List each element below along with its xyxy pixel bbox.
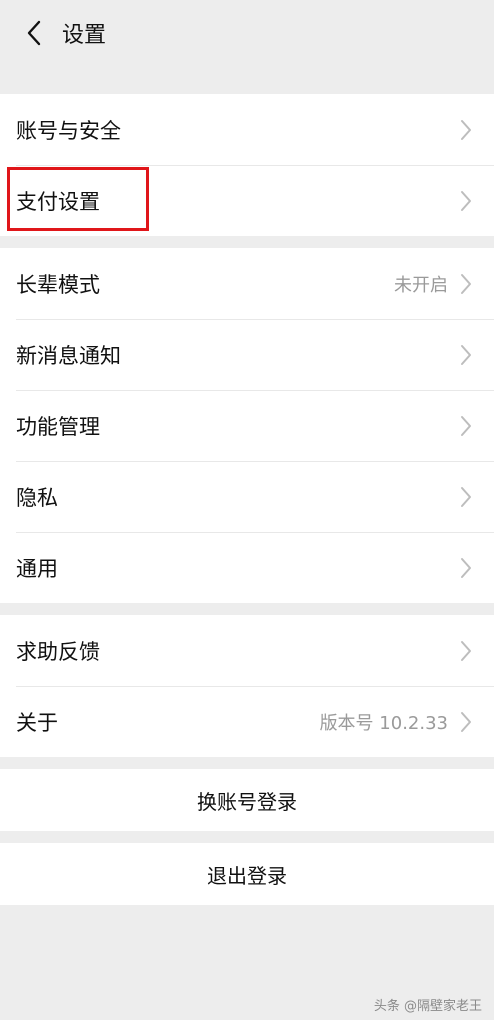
settings-item-privacy[interactable]: 隐私 xyxy=(0,461,494,532)
settings-item-feedback[interactable]: 求助反馈 xyxy=(0,615,494,686)
settings-group-help: 求助反馈 关于 版本号 10.2.33 xyxy=(0,615,494,757)
chevron-right-icon xyxy=(461,711,471,732)
version-number: 版本号 10.2.33 xyxy=(319,712,448,734)
settings-item-label: 求助反馈 xyxy=(16,639,100,664)
header-bar: 设置 xyxy=(0,0,494,66)
settings-item-label: 关于 xyxy=(16,710,58,735)
chevron-right-icon xyxy=(461,119,471,140)
settings-item-elder-mode[interactable]: 长辈模式 未开启 xyxy=(0,248,494,319)
back-chevron-left-icon[interactable] xyxy=(14,13,54,53)
settings-item-label: 隐私 xyxy=(16,485,58,510)
watermark: 头条 @隔壁家老王 xyxy=(373,999,482,1014)
logout-button[interactable]: 退出登录 xyxy=(0,843,494,905)
settings-item-label: 功能管理 xyxy=(16,414,100,439)
switch-account-label: 换账号登录 xyxy=(197,789,297,814)
settings-item-label: 通用 xyxy=(16,556,58,581)
settings-item-about[interactable]: 关于 版本号 10.2.33 xyxy=(0,686,494,757)
elder-mode-status: 未开启 xyxy=(394,274,448,296)
settings-item-label: 长辈模式 xyxy=(16,272,100,297)
settings-item-general[interactable]: 通用 xyxy=(0,532,494,603)
chevron-right-icon xyxy=(461,640,471,661)
settings-item-payment[interactable]: 支付设置 xyxy=(0,165,494,236)
chevron-right-icon xyxy=(461,344,471,365)
switch-account-button[interactable]: 换账号登录 xyxy=(0,769,494,831)
settings-group-general: 长辈模式 未开启 新消息通知 功能管理 隐私 通用 xyxy=(0,248,494,603)
chevron-right-icon xyxy=(461,190,471,211)
settings-item-label: 账号与安全 xyxy=(16,118,121,143)
logout-label: 退出登录 xyxy=(207,863,287,888)
chevron-right-icon xyxy=(461,557,471,578)
settings-group-account: 账号与安全 支付设置 xyxy=(0,94,494,236)
settings-item-feature-management[interactable]: 功能管理 xyxy=(0,390,494,461)
settings-item-label: 支付设置 xyxy=(16,189,100,214)
chevron-right-icon xyxy=(461,415,471,436)
settings-item-notifications[interactable]: 新消息通知 xyxy=(0,319,494,390)
settings-item-label: 新消息通知 xyxy=(16,343,121,368)
chevron-right-icon xyxy=(461,273,471,294)
settings-item-account-security[interactable]: 账号与安全 xyxy=(0,94,494,165)
page-title: 设置 xyxy=(62,23,107,48)
chevron-right-icon xyxy=(461,486,471,507)
